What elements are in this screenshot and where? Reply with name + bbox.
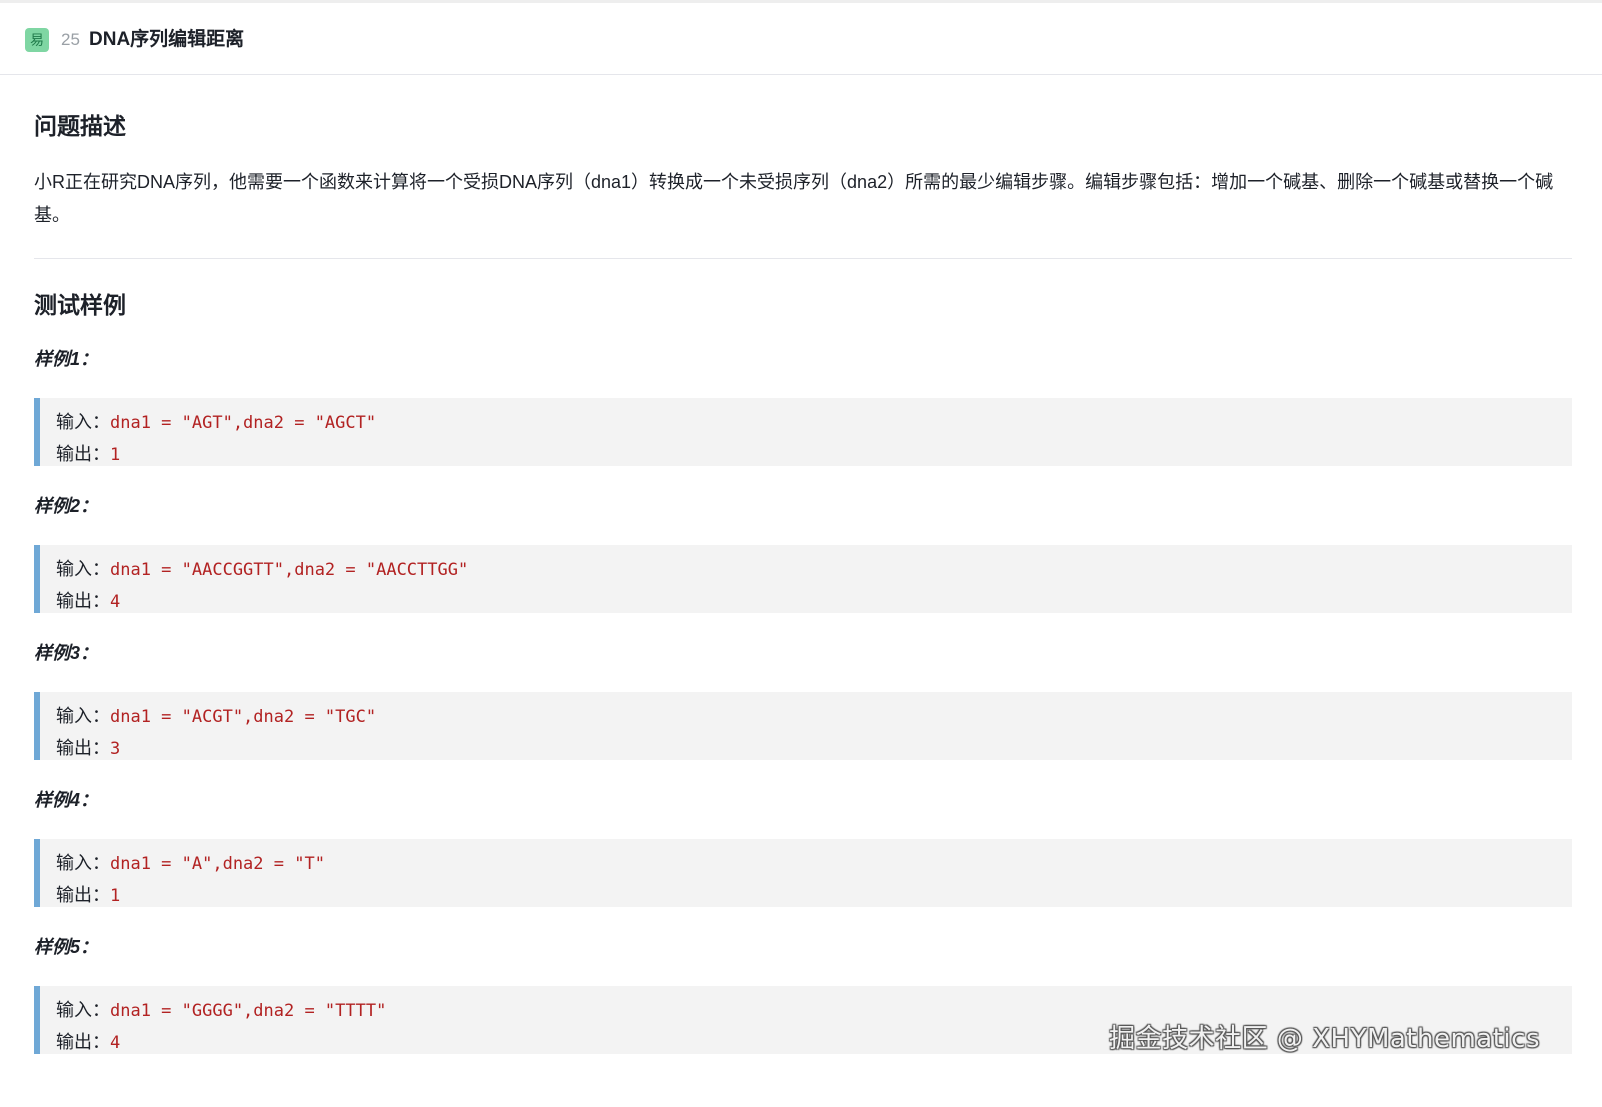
- problem-number: 25: [61, 30, 80, 49]
- input-value: dna1 = "GGGG",dna2 = "TTTT": [110, 1001, 387, 1021]
- input-prefix: 输入：: [56, 853, 110, 873]
- problem-header: 易 25 DNA序列编辑距离: [0, 3, 1602, 75]
- output-prefix: 输出：: [56, 591, 110, 611]
- problem-description-text: 小R正在研究DNA序列，他需要一个函数来计算将一个受损DNA序列（dna1）转换…: [34, 172, 1554, 225]
- output-prefix: 输出：: [56, 1032, 110, 1052]
- problem-description-heading: 问题描述: [34, 113, 126, 139]
- example-code-block: 输入：dna1 = "AGT",dna2 = "AGCT" 输出：1: [34, 398, 1572, 466]
- input-prefix: 输入：: [56, 559, 110, 579]
- problem-title: DNA序列编辑距离: [89, 29, 245, 50]
- example-input-line: 输入：dna1 = "AACCGGTT",dna2 = "AACCTTGG": [56, 553, 1572, 585]
- input-prefix: 输入：: [56, 1000, 110, 1020]
- output-prefix: 输出：: [56, 444, 110, 464]
- example-code-block: 输入：dna1 = "AACCGGTT",dna2 = "AACCTTGG" 输…: [34, 545, 1572, 613]
- example-output-line: 输出：4: [56, 585, 1572, 617]
- example-label: 样例4：: [34, 790, 99, 810]
- input-prefix: 输入：: [56, 412, 110, 432]
- difficulty-badge: 易: [25, 28, 49, 52]
- example-input-line: 输入：dna1 = "A",dna2 = "T": [56, 847, 1572, 879]
- example-label: 样例5：: [34, 937, 99, 957]
- input-prefix: 输入：: [56, 706, 110, 726]
- example-label: 样例2：: [34, 496, 99, 516]
- example-output-line: 输出：1: [56, 879, 1572, 911]
- output-value: 1: [110, 445, 121, 465]
- output-prefix: 输出：: [56, 885, 110, 905]
- input-value: dna1 = "A",dna2 = "T": [110, 854, 325, 874]
- output-value: 1: [110, 886, 121, 906]
- section-divider: [34, 258, 1572, 259]
- watermark: 掘金技术社区 @ XHYMathematics: [1109, 1024, 1540, 1054]
- output-prefix: 输出：: [56, 738, 110, 758]
- example-output-line: 输出：1: [56, 438, 1572, 470]
- output-value: 4: [110, 1033, 121, 1053]
- output-value: 3: [110, 739, 121, 759]
- input-value: dna1 = "AGT",dna2 = "AGCT": [110, 413, 377, 433]
- example-code-block: 输入：dna1 = "A",dna2 = "T" 输出：1: [34, 839, 1572, 907]
- example-input-line: 输入：dna1 = "ACGT",dna2 = "TGC": [56, 700, 1572, 732]
- test-examples-heading: 测试样例: [34, 292, 126, 318]
- example-label: 样例1：: [34, 349, 99, 369]
- input-value: dna1 = "AACCGGTT",dna2 = "AACCTTGG": [110, 560, 469, 580]
- example-code-block: 输入：dna1 = "ACGT",dna2 = "TGC" 输出：3: [34, 692, 1572, 760]
- example-input-line: 输入：dna1 = "AGT",dna2 = "AGCT": [56, 406, 1572, 438]
- input-value: dna1 = "ACGT",dna2 = "TGC": [110, 707, 377, 727]
- output-value: 4: [110, 592, 121, 612]
- example-output-line: 输出：3: [56, 732, 1572, 764]
- example-label: 样例3：: [34, 643, 99, 663]
